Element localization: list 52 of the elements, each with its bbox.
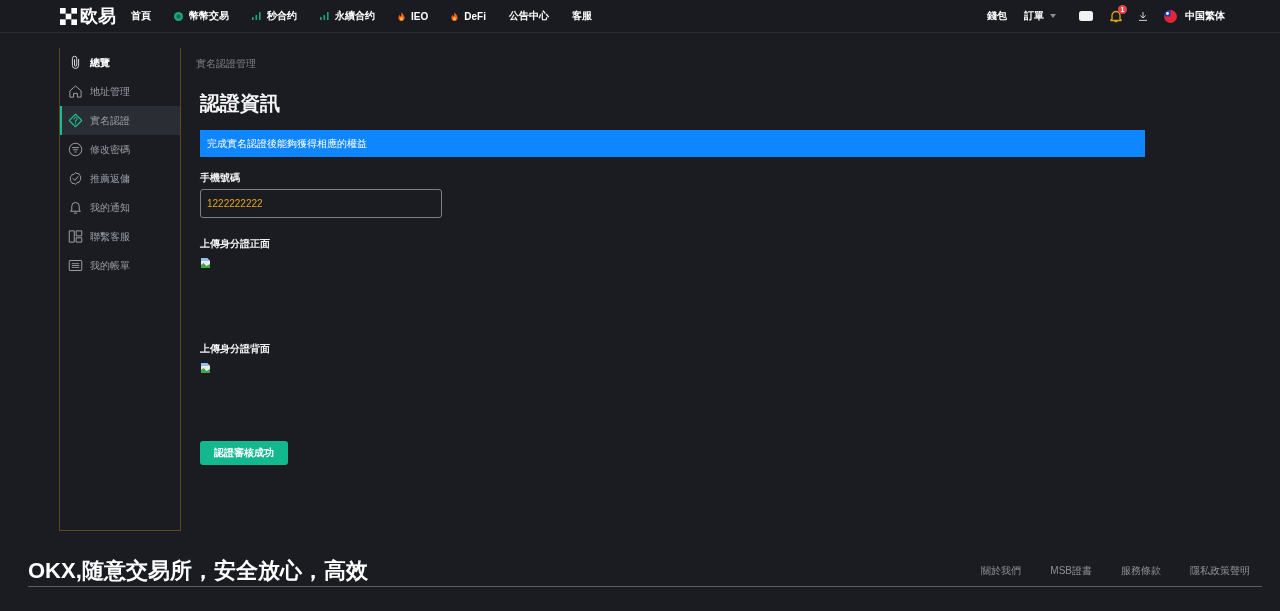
sidebar-item[interactable]: 地址管理	[60, 77, 180, 106]
nav-link[interactable]: DeFi	[451, 9, 486, 23]
house-icon	[68, 84, 83, 99]
caret-icon	[1050, 14, 1056, 18]
bar-chart-icon	[320, 12, 329, 20]
nav-link[interactable]: 公告中心	[508, 9, 549, 23]
bell-icon[interactable]	[1110, 9, 1122, 23]
logo-link[interactable]: 欧易	[60, 4, 116, 28]
field-label: 手機號碼	[200, 172, 241, 184]
footer-link[interactable]: 服務條款	[1121, 563, 1161, 578]
sidebar-item[interactable]: 實名認證	[60, 106, 180, 135]
sidebar-item[interactable]: 修改密碼	[60, 135, 180, 164]
field-label: 上傳身分證背面	[200, 343, 271, 355]
bar-chart-icon	[252, 12, 261, 20]
download-icon[interactable]	[1139, 11, 1147, 21]
flag-icon	[1164, 9, 1177, 23]
notice-banner: 完成實名認證後能夠獲得相應的權益	[200, 130, 1145, 157]
page-title: 認證資訊	[200, 91, 281, 116]
orders-menu[interactable]: 訂單	[1024, 9, 1056, 23]
footer-slogan: OKX,随意交易所，安全放心，高效	[28, 556, 368, 585]
question-diamond-icon	[68, 113, 83, 128]
sidebar-item[interactable]: 總覽	[60, 48, 180, 77]
footer-link[interactable]: MSB證書	[1050, 563, 1092, 578]
sidebar-item[interactable]: 推薦返傭	[60, 164, 180, 193]
footer-link[interactable]: 隱私政策聲明	[1190, 563, 1250, 578]
breadcrumb: 實名認證管理	[196, 57, 257, 71]
sidebar-item[interactable]: 我的通知	[60, 193, 180, 222]
footer-link[interactable]: 關於我們	[981, 563, 1022, 578]
flame-icon	[451, 11, 459, 21]
broken-image-icon	[201, 363, 210, 373]
nav-link[interactable]: 幣幣交易	[174, 9, 229, 23]
sidebar-item[interactable]: 聯繫客服	[60, 222, 180, 251]
nav-link[interactable]: 永續合约	[320, 9, 375, 23]
wallet-link[interactable]: 錢包	[987, 9, 1007, 23]
broken-image-icon	[201, 258, 210, 268]
bell-icon	[68, 200, 83, 215]
sidebar-item[interactable]: 我的帳單	[60, 251, 180, 280]
nav-link[interactable]: IEO	[398, 9, 429, 23]
badge-check-icon	[68, 171, 83, 186]
message-icon[interactable]	[1079, 11, 1093, 21]
filter-icon	[68, 142, 83, 157]
field-label: 上傳身分證正面	[200, 238, 271, 250]
logo-icon	[60, 7, 77, 25]
list-icon	[68, 258, 83, 273]
layout-icon	[68, 229, 83, 244]
phone-input[interactable]: 1222222222	[200, 189, 442, 218]
nav-link[interactable]: 客服	[571, 9, 592, 23]
flame-icon	[398, 11, 405, 21]
coin-icon	[174, 11, 183, 21]
nav-link[interactable]: 秒合约	[252, 9, 297, 23]
language-link[interactable]: 中国繁体	[1185, 9, 1225, 23]
nav-link[interactable]: 首頁	[131, 9, 151, 23]
